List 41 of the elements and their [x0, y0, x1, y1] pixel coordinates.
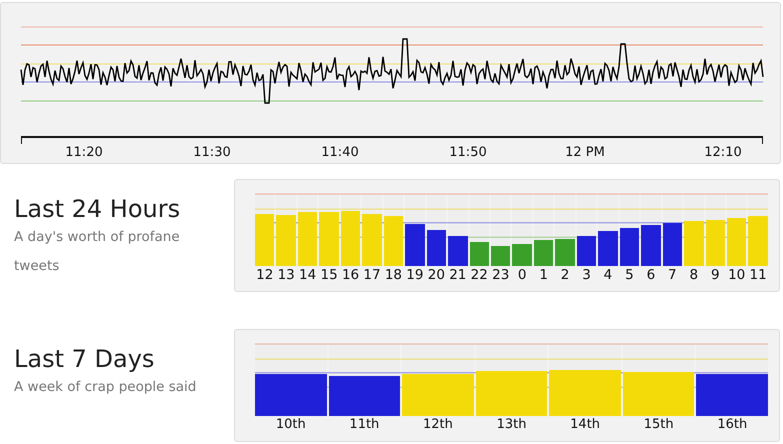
bar-label: 22 — [470, 266, 489, 284]
bar-label: 13 — [276, 266, 296, 284]
time-label: 12:10 — [704, 145, 742, 160]
time-label: 11:50 — [449, 145, 487, 160]
bar-label: 16th — [716, 416, 748, 434]
bar-label: 15 — [319, 266, 339, 284]
time-label: 11:20 — [65, 145, 103, 160]
bar-label: 4 — [602, 266, 614, 284]
bar-label: 16 — [340, 266, 360, 284]
bar-label: 14th — [569, 416, 602, 434]
bar-label: 11 — [748, 266, 768, 284]
bar-label: 12th — [422, 416, 454, 434]
bar-label: 6 — [646, 266, 656, 284]
bar-label: 9 — [710, 266, 721, 284]
bar-label: 8 — [688, 266, 700, 284]
time-label: 12 PM — [565, 145, 605, 160]
bar-label: 14 — [298, 266, 318, 284]
bar-label: 15th — [642, 416, 675, 434]
bar-label: 11th — [348, 416, 380, 434]
bar-label: 10 — [727, 266, 746, 284]
section-title: Last 24 Hours — [14, 194, 182, 225]
bar-label: 23 — [491, 266, 510, 284]
bar-label: 13th — [496, 416, 528, 434]
time-label: 11:30 — [193, 145, 231, 160]
bar-label: 1 — [538, 266, 549, 284]
bar-label: 7 — [667, 266, 678, 284]
bar-label: 18 — [384, 266, 404, 284]
section-subtitle: A day's worth of profane tweets — [14, 228, 181, 276]
bar-label: 10th — [274, 416, 307, 434]
bar-label: 21 — [448, 266, 468, 284]
bar-label: 5 — [624, 266, 635, 284]
section-subtitle: A week of crap people said — [14, 378, 198, 397]
time-label: 11:40 — [321, 145, 359, 160]
bar-label: 0 — [516, 266, 528, 284]
bar-label: 12 — [255, 266, 274, 284]
section-title: Last 7 Days — [14, 344, 156, 375]
bar-label: 2 — [560, 266, 570, 284]
bar-label: 19 — [405, 266, 424, 284]
bar-label: 17 — [362, 266, 382, 284]
bar-label: 3 — [581, 266, 592, 284]
bar-label: 20 — [426, 266, 446, 284]
